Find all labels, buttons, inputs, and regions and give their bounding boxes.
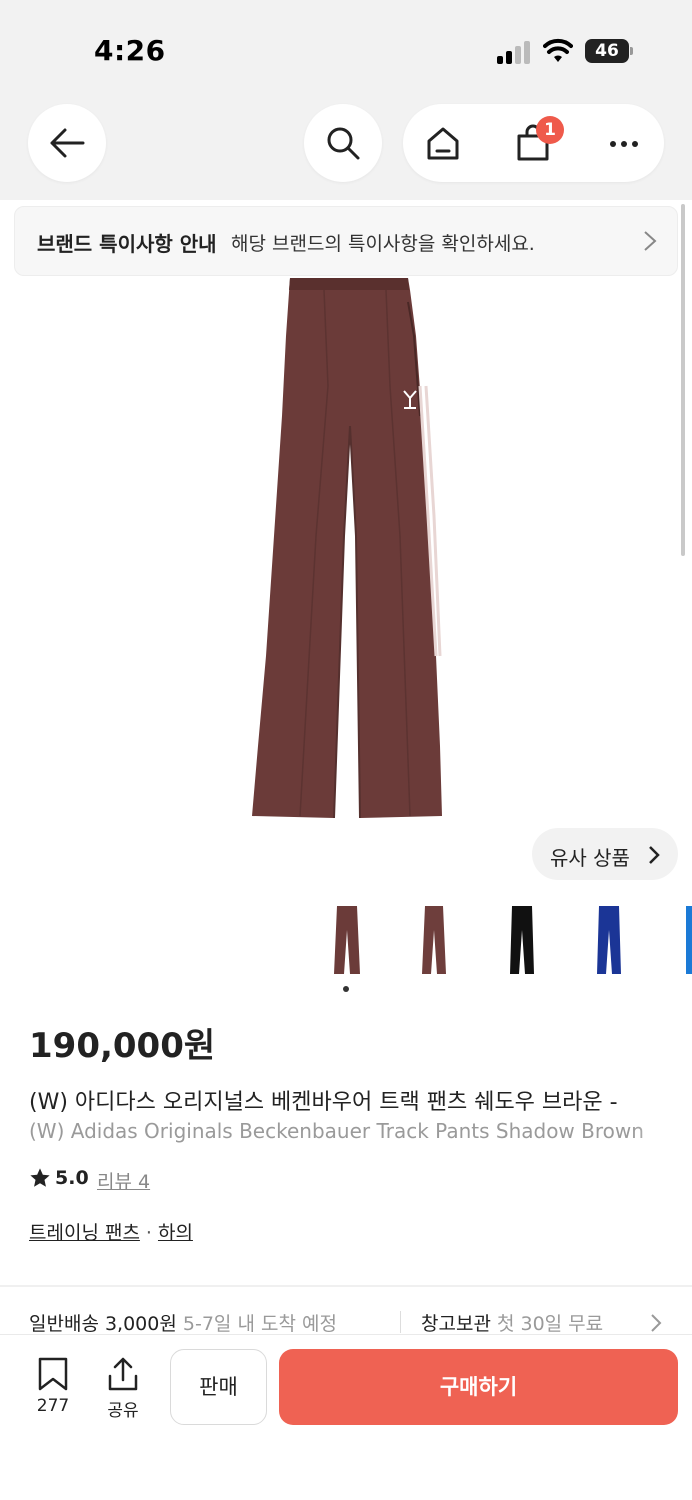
thumbnail-3[interactable]	[502, 900, 542, 980]
category-link-bottoms[interactable]: 하의	[158, 1222, 193, 1244]
shipping-eta: 5-7일 내 도착 예정	[182, 1313, 337, 1335]
rating-value: 5.0	[55, 1167, 89, 1189]
search-button[interactable]	[304, 104, 382, 182]
shipping-label: 일반배송 3,000원	[29, 1313, 177, 1335]
share-icon	[108, 1357, 138, 1391]
back-button[interactable]	[28, 104, 106, 182]
buy-button[interactable]: 구매하기	[279, 1349, 678, 1425]
chevron-right-icon	[651, 1314, 662, 1332]
chevron-right-icon	[649, 846, 660, 864]
similar-products-label: 유사 상품	[550, 846, 630, 870]
text-fade	[632, 1080, 692, 1150]
thumbnail-1[interactable]	[327, 900, 367, 980]
bookmark-button[interactable]: 277	[30, 1356, 76, 1416]
battery-level: 46	[595, 41, 619, 61]
cart-count-badge: 1	[536, 116, 564, 144]
search-icon	[327, 127, 360, 160]
notice-title: 브랜드 특이사항 안내	[37, 232, 217, 256]
product-name-english: (W) Adidas Originals Beckenbauer Track P…	[29, 1119, 644, 1143]
shipping-separator	[400, 1311, 401, 1333]
chevron-right-icon	[644, 231, 657, 251]
product-image[interactable]	[240, 276, 460, 821]
category-link-training-pants[interactable]: 트레이닝 팬츠	[29, 1222, 140, 1244]
category-breadcrumb: 트레이닝 팬츠 · 하의	[29, 1218, 193, 1245]
review-count-link[interactable]: 리뷰 4	[97, 1167, 150, 1194]
carousel-indicator	[343, 986, 349, 992]
category-separator: ·	[145, 1222, 152, 1244]
more-icon[interactable]	[609, 140, 639, 148]
arrow-left-icon	[50, 128, 85, 158]
storage-info[interactable]: 창고보관 첫 30일 무료	[421, 1309, 603, 1336]
bookmark-icon	[38, 1357, 68, 1391]
shipping-info: 일반배송 3,000원 5-7일 내 도착 예정	[29, 1309, 337, 1336]
star-icon	[30, 1168, 50, 1187]
status-time: 4:26	[94, 34, 166, 67]
similar-products-button[interactable]: 유사 상품	[532, 828, 678, 880]
battery-icon: 46	[585, 39, 633, 63]
scroll-indicator	[681, 204, 685, 556]
brand-notice-banner[interactable]: 브랜드 특이사항 안내 해당 브랜드의 특이사항을 확인하세요.	[14, 206, 678, 276]
share-button[interactable]: 공유	[100, 1356, 146, 1421]
bookmark-count: 277	[36, 1396, 70, 1416]
status-bar: 4:26 46	[0, 0, 692, 100]
thumbnail-5[interactable]	[672, 900, 692, 980]
wifi-icon	[543, 38, 573, 62]
share-label: 공유	[107, 1401, 139, 1421]
storage-label: 창고보관	[421, 1313, 491, 1335]
signal-icon	[497, 40, 533, 64]
thumbnail-4[interactable]	[589, 900, 629, 980]
product-name-korean: (W) 아디다스 오리지널스 베켄바우어 트랙 팬츠 쉐도우 브라운 -	[29, 1090, 618, 1115]
sell-button[interactable]: 판매	[170, 1349, 267, 1425]
storage-note: 첫 30일 무료	[496, 1313, 604, 1335]
product-price: 190,000원	[29, 1026, 216, 1066]
section-divider	[0, 1285, 692, 1287]
home-icon[interactable]	[425, 125, 461, 161]
notice-description: 해당 브랜드의 특이사항을 확인하세요.	[231, 233, 535, 255]
header-action-group	[403, 104, 664, 182]
thumbnail-2[interactable]	[414, 900, 454, 980]
